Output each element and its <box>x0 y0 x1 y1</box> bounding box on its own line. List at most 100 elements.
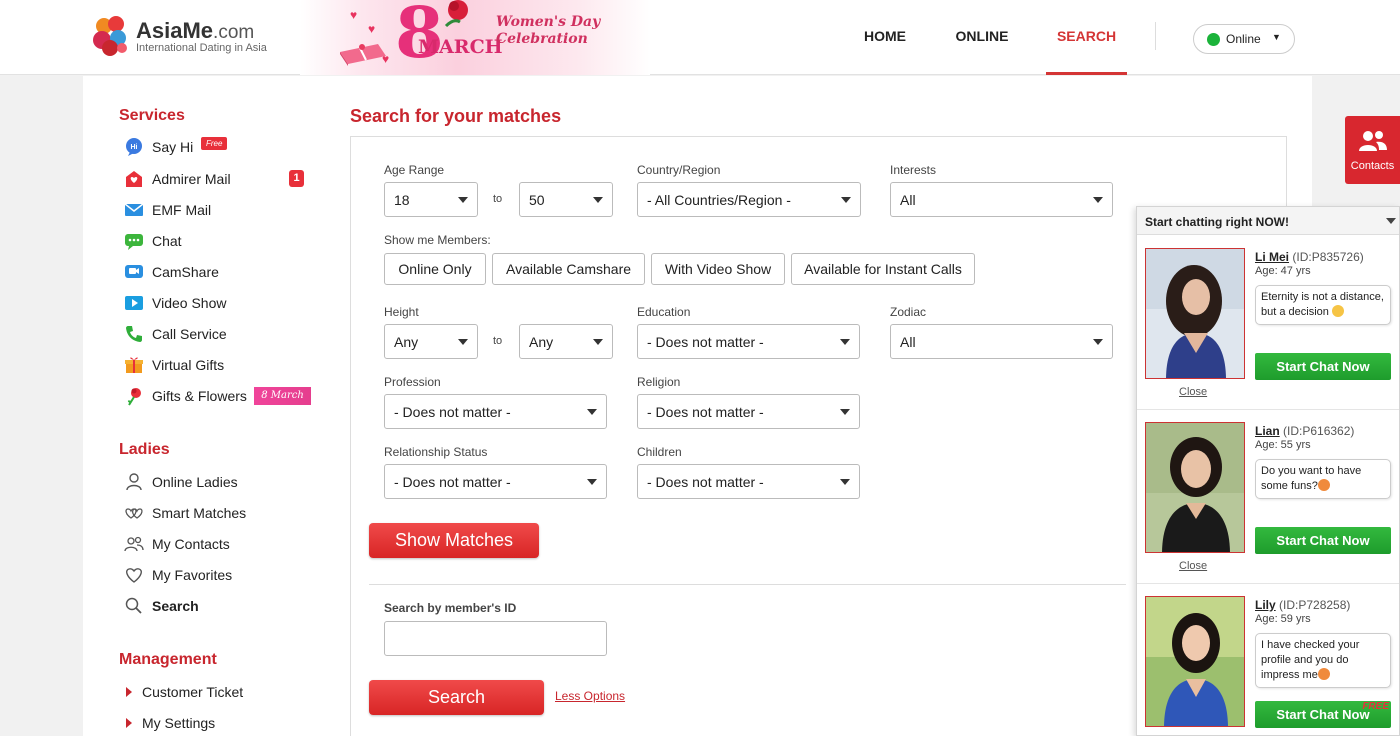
profile-age: Age: 47 yrs <box>1255 265 1311 277</box>
contacts-tab[interactable]: Contacts <box>1345 116 1400 184</box>
profile-name[interactable]: Lily <box>1255 598 1276 612</box>
site-logo[interactable]: AsiaMe.com International Dating in Asia <box>92 14 292 60</box>
sidebar-item-my-settings[interactable]: My Settings <box>126 713 215 733</box>
country-label: Country/Region <box>637 163 721 177</box>
sidebar-item-call-service[interactable]: Call Service <box>124 324 227 344</box>
sidebar-item-say-hi[interactable]: Hi Say Hi <box>124 137 193 157</box>
womens-day-banner[interactable]: ♥ ♥ ♥ 8 MARCH Women's Day Celebration <box>300 0 650 75</box>
profession-select[interactable]: - Does not matter - <box>384 394 607 429</box>
height-label: Height <box>384 305 419 319</box>
sidebar-item-label: CamShare <box>152 264 219 280</box>
contacts-icon <box>124 534 144 554</box>
age-from-select[interactable]: 18 <box>384 182 478 217</box>
sidebar-item-label: Virtual Gifts <box>152 357 225 373</box>
start-chat-button[interactable]: Start Chat Now FREE <box>1255 701 1391 728</box>
caret-down-icon <box>593 339 603 345</box>
education-select[interactable]: - Does not matter - <box>637 324 860 359</box>
less-options-link[interactable]: Less Options <box>555 689 625 703</box>
online-status-dropdown[interactable]: Online ▼ <box>1193 24 1295 54</box>
free-tag: FREE <box>1362 701 1389 712</box>
sidebar-item-smart-matches[interactable]: Smart Matches <box>124 503 246 523</box>
caret-down-icon <box>593 197 603 203</box>
show-matches-button[interactable]: Show Matches <box>369 523 539 558</box>
sidebar-item-label: Admirer Mail <box>152 171 231 187</box>
nav-online[interactable]: ONLINE <box>946 0 1018 75</box>
religion-select[interactable]: - Does not matter - <box>637 394 860 429</box>
member-id-input[interactable] <box>384 621 607 656</box>
message-bubble: I have checked your profile and you do i… <box>1255 633 1391 688</box>
svg-text:Hi: Hi <box>131 144 138 151</box>
chip-with-video-show[interactable]: With Video Show <box>651 253 785 285</box>
sidebar-item-emf-mail[interactable]: EMF Mail <box>124 200 211 220</box>
relationship-label: Relationship Status <box>384 445 488 459</box>
children-select[interactable]: - Does not matter - <box>637 464 860 499</box>
search-button[interactable]: Search <box>369 680 544 715</box>
sidebar-item-customer-ticket[interactable]: Customer Ticket <box>126 682 243 702</box>
sidebar-item-label: Customer Ticket <box>142 684 244 700</box>
chat-card: Close Lian (ID:P616362) Age: 55 yrs Do y… <box>1137 410 1399 584</box>
zodiac-select[interactable]: All <box>890 324 1113 359</box>
close-link[interactable]: Close <box>1179 386 1207 398</box>
online-status-label: Online <box>1226 32 1261 46</box>
relationship-select[interactable]: - Does not matter - <box>384 464 607 499</box>
chat-panel-header[interactable]: Start chatting right NOW! <box>1137 207 1399 235</box>
caret-down-icon <box>840 339 850 345</box>
contacts-icon <box>1359 131 1387 151</box>
phone-icon <box>124 324 144 344</box>
logo-tagline: International Dating in Asia <box>136 42 267 54</box>
nav-divider <box>1155 22 1156 50</box>
sidebar-item-label: Say Hi <box>152 139 194 155</box>
caret-down-icon <box>840 479 850 485</box>
age-range-label: Age Range <box>384 163 445 177</box>
country-select[interactable]: - All Countries/Region - <box>637 182 861 217</box>
admirer-count-badge: 1 <box>289 170 304 187</box>
sidebar-item-chat[interactable]: Chat <box>124 231 182 251</box>
profession-label: Profession <box>384 375 441 389</box>
interests-select[interactable]: All <box>890 182 1113 217</box>
sidebar-item-gifts-flowers[interactable]: Gifts & Flowers <box>124 386 247 406</box>
relationship-value: - Does not matter - <box>394 474 511 490</box>
sidebar-item-my-favorites[interactable]: My Favorites <box>124 565 232 585</box>
sidebar-item-video-show[interactable]: Video Show <box>124 293 226 313</box>
logo-text: AsiaMe.com <box>136 18 255 43</box>
nav-search[interactable]: SEARCH <box>1046 0 1127 75</box>
profile-name[interactable]: Li Mei <box>1255 250 1289 264</box>
profile-age: Age: 59 yrs <box>1255 613 1311 625</box>
chip-online-only[interactable]: Online Only <box>384 253 486 285</box>
profile-photo[interactable] <box>1145 596 1245 727</box>
sidebar-item-virtual-gifts[interactable]: Virtual Gifts <box>124 355 224 375</box>
close-link[interactable]: Close <box>1179 560 1207 572</box>
start-chat-label: Start Chat Now <box>1276 707 1370 722</box>
sidebar-item-online-ladies[interactable]: Online Ladies <box>124 472 238 492</box>
zodiac-label: Zodiac <box>890 305 927 319</box>
height-from-value: Any <box>394 334 419 350</box>
start-chat-button[interactable]: Start Chat Now <box>1255 353 1391 380</box>
sidebar-item-label: Gifts & Flowers <box>152 388 247 404</box>
ladies-heading: Ladies <box>119 441 170 458</box>
heart-icon: ♥ <box>350 8 358 22</box>
sidebar-item-my-contacts[interactable]: My Contacts <box>124 534 230 554</box>
profile-photo[interactable] <box>1145 248 1245 379</box>
height-to-select[interactable]: Any <box>519 324 613 359</box>
height-from-select[interactable]: Any <box>384 324 478 359</box>
sidebar-item-label: Video Show <box>152 295 227 311</box>
smiley-emoji-icon <box>1317 668 1330 680</box>
caret-down-icon <box>587 409 597 415</box>
chip-available-camshare[interactable]: Available Camshare <box>492 253 645 285</box>
caret-down-icon <box>1093 197 1103 203</box>
sidebar-item-search[interactable]: Search <box>124 596 199 616</box>
sidebar-item-label: EMF Mail <box>152 202 212 218</box>
age-to-select[interactable]: 50 <box>519 182 613 217</box>
video-show-icon <box>124 293 144 313</box>
profile-photo[interactable] <box>1145 422 1245 553</box>
chip-instant-calls[interactable]: Available for Instant Calls <box>791 253 975 285</box>
caret-down-icon <box>1093 339 1103 345</box>
caret-down-icon <box>1386 218 1396 224</box>
sidebar-item-camshare[interactable]: CamShare <box>124 262 219 282</box>
profile-name[interactable]: Lian <box>1255 424 1280 438</box>
nav-home[interactable]: HOME <box>855 0 915 75</box>
start-chat-button[interactable]: Start Chat Now <box>1255 527 1391 554</box>
sidebar-item-label: My Contacts <box>152 536 230 552</box>
caret-down-icon: ▼ <box>1272 32 1281 42</box>
sidebar-item-admirer-mail[interactable]: Admirer Mail <box>124 169 231 189</box>
